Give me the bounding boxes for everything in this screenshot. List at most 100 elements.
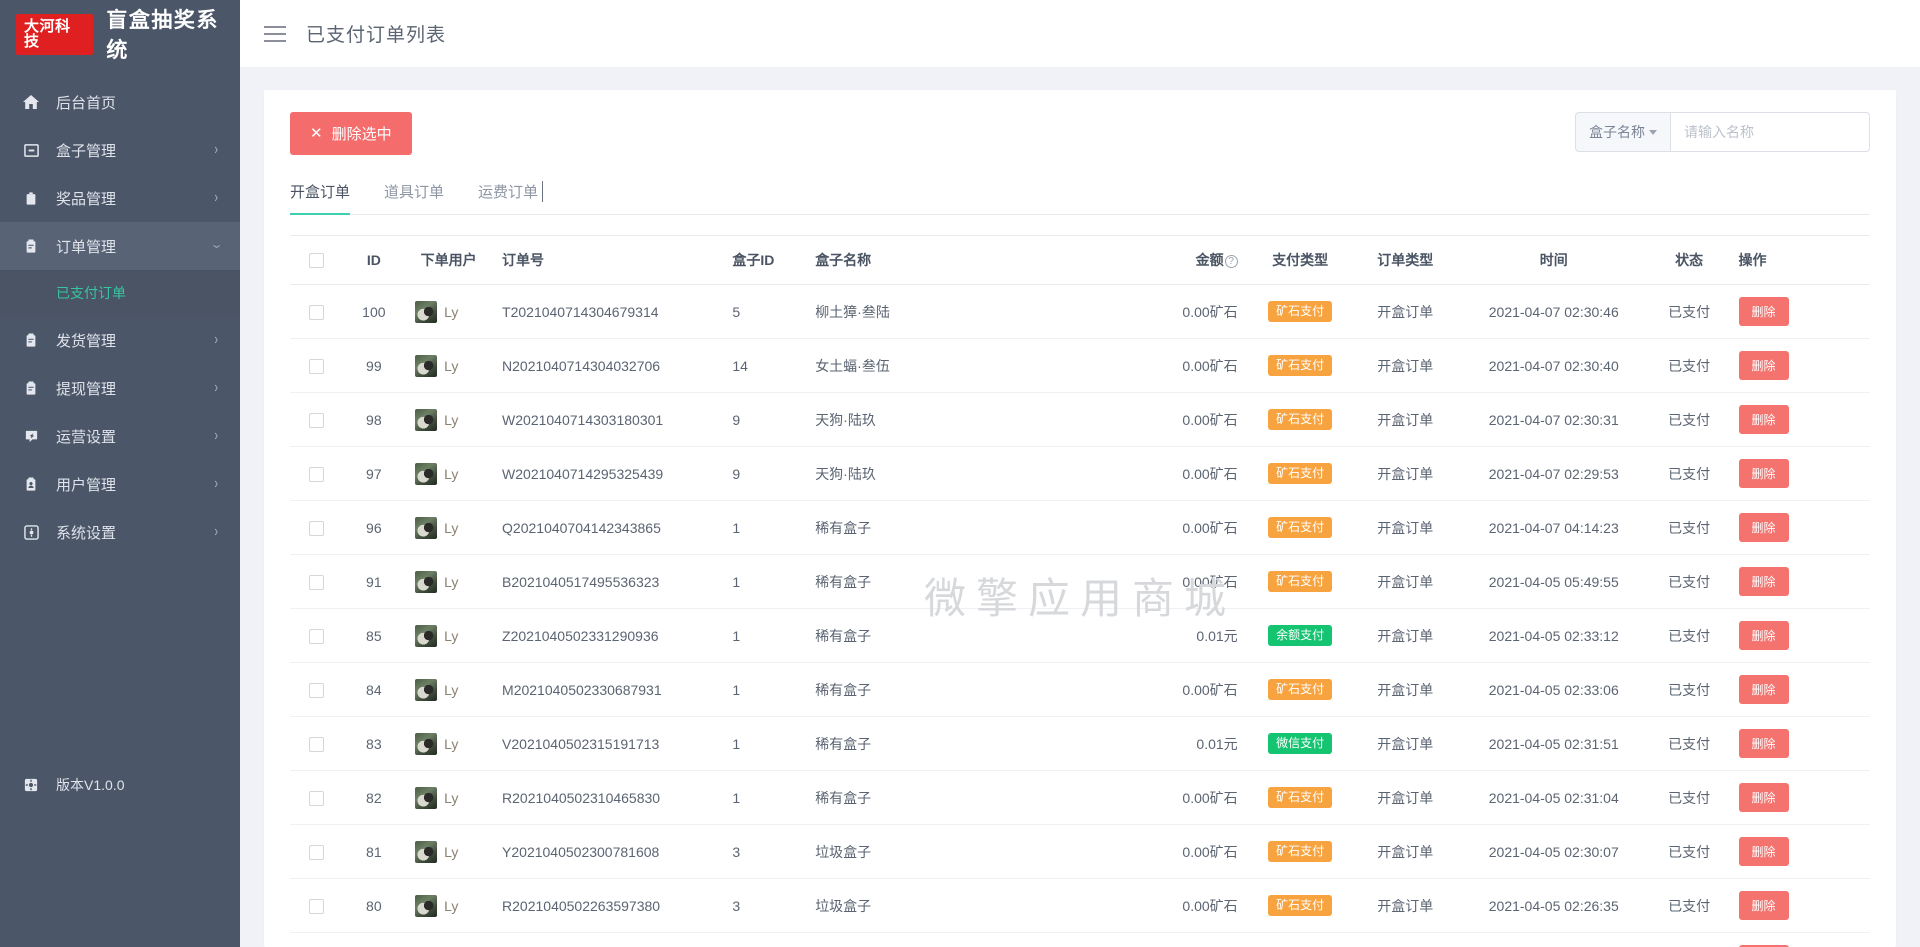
cell-pay-type: 矿石支付	[1247, 446, 1353, 501]
table-row[interactable]: 84 Ly M2021040502330687931 1 稀有盒子 0.00矿石 矿石支付开…	[290, 662, 1870, 717]
sidebar-item-order-management[interactable]: 订单管理 ›	[0, 222, 240, 270]
cell-box-id: 1	[722, 932, 806, 947]
delete-row-button[interactable]: 删除	[1738, 675, 1789, 704]
col-pay-type: 支付类型	[1247, 235, 1353, 285]
delete-row-button[interactable]: 删除	[1738, 783, 1789, 812]
brand[interactable]: 大河科技 盲盒抽奖系统	[0, 0, 240, 68]
cell-order-no: B2021040517495536323	[492, 554, 723, 609]
main-area: 已支付订单列表 ✕ 删除选中 盒子名称 请输入名称 开盒订单 道具订单 运费订单…	[240, 0, 1920, 947]
table-row[interactable]: 85 Ly Z2021040502331290936 1 稀有盒子 0.01元 余额支付 开盒…	[290, 608, 1870, 663]
delete-row-button[interactable]: 删除	[1738, 891, 1789, 920]
cell-user: Ly	[405, 716, 493, 771]
row-select-cell	[290, 662, 343, 717]
user-name: Ly	[444, 843, 459, 860]
row-checkbox[interactable]	[308, 736, 324, 752]
cell-order-no: V2021040502315191713	[492, 716, 723, 771]
avatar	[415, 408, 438, 431]
cell-order-type: 开盒订单	[1352, 500, 1458, 555]
cell-id: 83	[342, 716, 406, 771]
row-select-cell	[290, 446, 343, 501]
delete-row-button[interactable]: 删除	[1738, 351, 1789, 380]
sidebar-item-label: 提现管理	[56, 380, 117, 398]
delete-row-button[interactable]: 删除	[1738, 621, 1789, 650]
chevron-down-icon: ›	[208, 244, 226, 248]
row-checkbox[interactable]	[308, 790, 324, 806]
table-row[interactable]: 97 Ly W2021040714295325439 9 天狗·陆玖 0.00矿石 矿石支付…	[290, 446, 1870, 501]
cell-box-id: 1	[722, 500, 806, 555]
sidebar-item-system-settings[interactable]: 系统设置 ›	[0, 508, 240, 556]
delete-row-button[interactable]: 删除	[1738, 297, 1789, 326]
tab-shipping-orders[interactable]: 运费订单	[478, 181, 544, 214]
table-row[interactable]: 91 Ly B2021040517495536323 1 稀有盒子 0.00矿石 矿石支付开…	[290, 554, 1870, 609]
hamburger-menu-icon[interactable]	[264, 25, 286, 42]
row-checkbox[interactable]	[308, 520, 324, 536]
tab-open-box-orders[interactable]: 开盒订单	[290, 181, 351, 215]
cell-time: 2021-04-05 02:31:51	[1457, 716, 1650, 771]
chevron-right-icon: ›	[214, 378, 218, 396]
cell-time: 2021-04-07 04:14:23	[1457, 500, 1650, 555]
delete-row-button[interactable]: 删除	[1738, 405, 1789, 434]
sidebar-item-paid-orders[interactable]: 已支付订单	[0, 270, 240, 316]
cell-time: 2021-04-07 02:30:40	[1457, 338, 1650, 393]
delete-row-button[interactable]: 删除	[1738, 837, 1789, 866]
table-row[interactable]: 81 Ly Y2021040502300781608 3 垃圾盒子 0.00矿石 矿石支付开…	[290, 824, 1870, 879]
row-checkbox[interactable]	[308, 628, 324, 644]
sidebar-item-label: 订单管理	[56, 238, 117, 256]
delete-row-button[interactable]: 删除	[1738, 567, 1789, 596]
cell-action: 删除	[1728, 770, 1870, 825]
sidebar-item-user-management[interactable]: 用户管理 ›	[0, 460, 240, 508]
col-amount: 金额?	[1138, 235, 1248, 285]
table-row[interactable]: 96 Ly Q2021040704142343865 1 稀有盒子 0.00矿石 矿石支付开…	[290, 500, 1870, 555]
brand-logo-badge: 大河科技	[16, 13, 94, 55]
sidebar-item-dashboard[interactable]: 后台首页	[0, 78, 240, 126]
row-checkbox[interactable]	[308, 412, 324, 428]
delete-row-button[interactable]: 删除	[1738, 513, 1789, 542]
version-info: 版本V1.0.0	[0, 775, 124, 795]
delete-selected-label: 删除选中	[331, 126, 392, 143]
row-checkbox[interactable]	[308, 682, 324, 698]
help-icon[interactable]: ?	[1224, 254, 1238, 268]
table-row[interactable]: 83 Ly V2021040502315191713 1 稀有盒子 0.01元 微信支付 开盒…	[290, 716, 1870, 771]
cell-action: 删除	[1728, 554, 1870, 609]
row-checkbox[interactable]	[308, 466, 324, 482]
cell-box-id: 5	[722, 284, 806, 339]
table-row[interactable]: 75LyL20210404232412164981稀有盒子11.00矿石矿石支付…	[290, 932, 1870, 947]
row-checkbox[interactable]	[308, 358, 324, 374]
row-checkbox[interactable]	[308, 898, 324, 914]
status-badge: 矿石支付	[1268, 517, 1333, 538]
row-checkbox[interactable]	[308, 304, 324, 320]
row-checkbox[interactable]	[308, 844, 324, 860]
cell-id: 97	[342, 446, 406, 501]
sidebar-item-shipping-management[interactable]: 发货管理 ›	[0, 316, 240, 364]
search-input[interactable]	[1670, 112, 1870, 152]
delete-row-button[interactable]: 删除	[1738, 459, 1789, 488]
sidebar-item-operation-settings[interactable]: 运营设置 ›	[0, 412, 240, 460]
delete-row-button[interactable]: 删除	[1738, 729, 1789, 758]
cell-action: 删除	[1728, 608, 1870, 663]
select-all-checkbox[interactable]	[308, 253, 324, 269]
tab-item-orders[interactable]: 道具订单	[384, 181, 444, 214]
cell-time: 2021-04-07 02:29:53	[1457, 446, 1650, 501]
sidebar-item-withdraw-management[interactable]: 提现管理 ›	[0, 364, 240, 412]
cell-amount: 0.00矿石	[1138, 878, 1248, 933]
cell-order-type: 开盒订单	[1352, 608, 1458, 663]
table-row[interactable]: 82 Ly R2021040502310465830 1 稀有盒子 0.00矿石 矿石支付开…	[290, 770, 1870, 825]
user-name: Ly	[444, 303, 459, 320]
table-row[interactable]: 100 Ly T2021040714304679314 5 柳土獐·叁陆 0.00矿石 矿石…	[290, 284, 1870, 339]
row-checkbox[interactable]	[308, 574, 324, 590]
cell-user: Ly	[405, 608, 493, 663]
table-row[interactable]: 99 Ly N2021040714304032706 14 女土蝠·叁伍 0.00矿石 矿石…	[290, 338, 1870, 393]
table-row[interactable]: 98 Ly W2021040714303180301 9 天狗·陆玖 0.00矿石 矿石支付…	[290, 392, 1870, 447]
card-toolbar: ✕ 删除选中 盒子名称	[290, 112, 1870, 155]
chevron-right-icon: ›	[214, 330, 218, 348]
search-field-selector[interactable]: 盒子名称	[1575, 112, 1670, 152]
cell-box-name: 天狗·陆玖	[805, 392, 1139, 447]
cell-action: 删除	[1728, 878, 1870, 933]
row-select-cell	[290, 716, 343, 771]
sidebar-item-prize-management[interactable]: 奖品管理 ›	[0, 174, 240, 222]
status-badge: 矿石支付	[1268, 787, 1333, 808]
sidebar-item-box-management[interactable]: 盒子管理 ›	[0, 126, 240, 174]
delete-selected-button[interactable]: ✕ 删除选中	[290, 112, 412, 155]
avatar	[415, 516, 438, 539]
table-row[interactable]: 80 Ly R2021040502263597380 3 垃圾盒子 0.00矿石 矿石支付开…	[290, 878, 1870, 933]
